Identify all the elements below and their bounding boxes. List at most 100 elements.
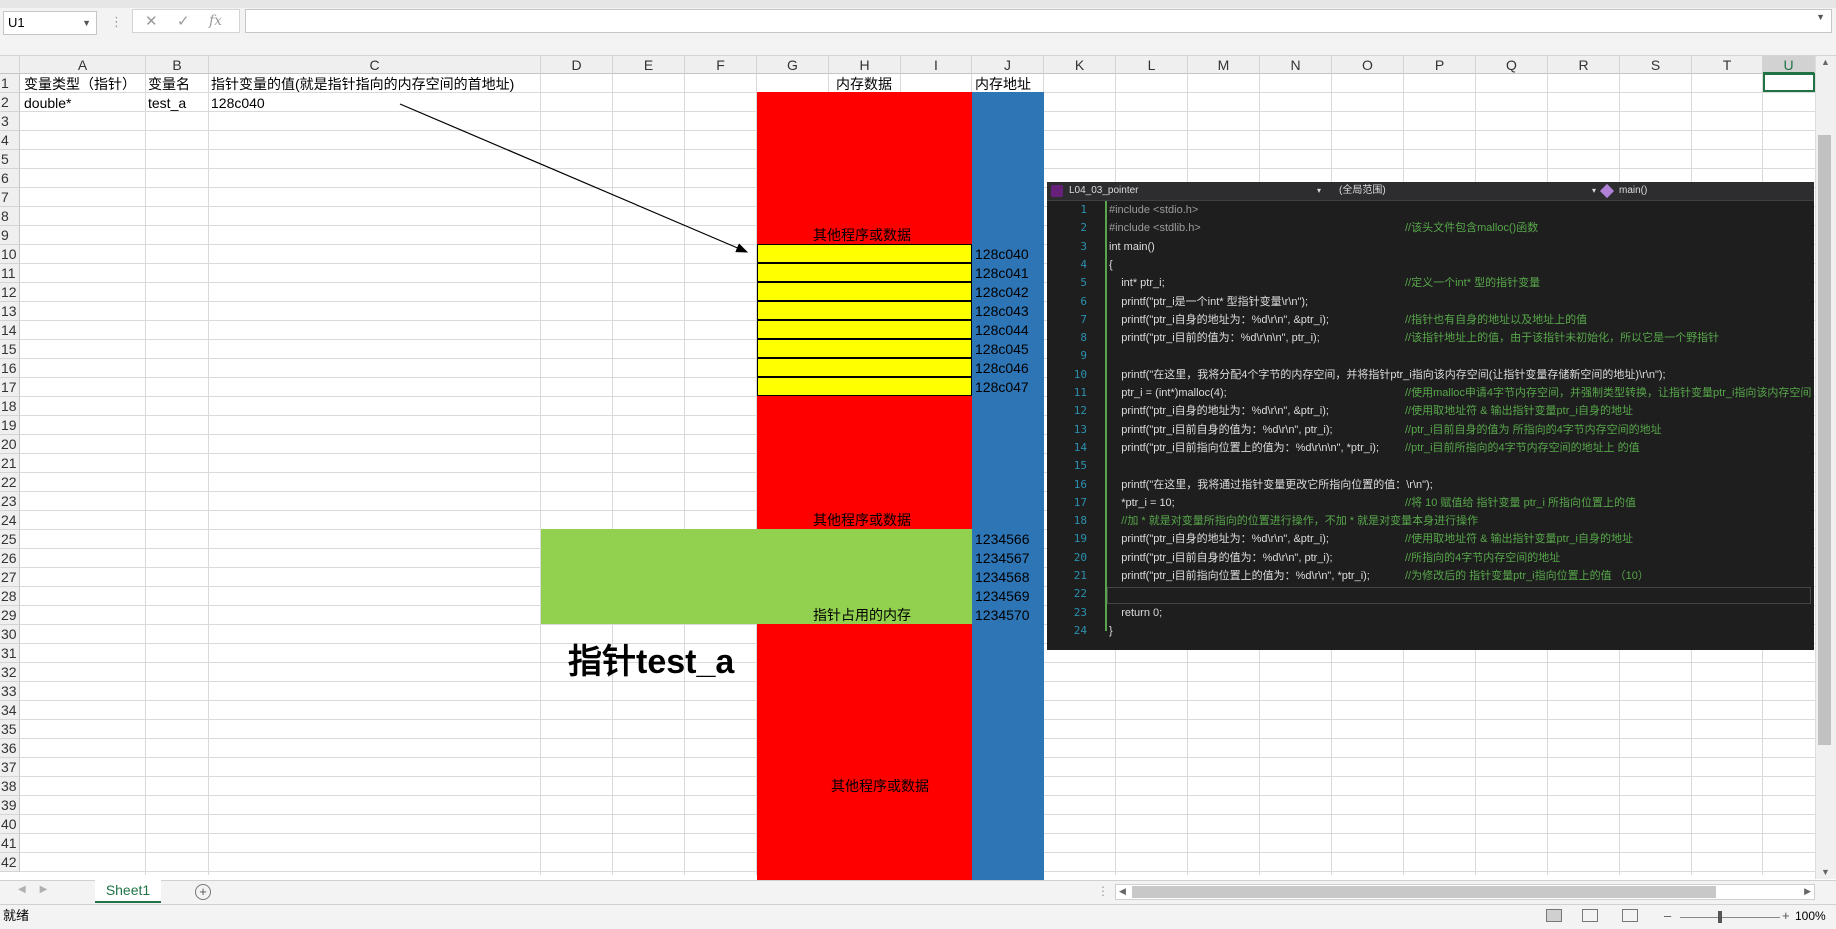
row-header-20[interactable]: 20 [0, 435, 20, 454]
row-header-27[interactable]: 27 [0, 568, 20, 587]
column-header-P[interactable]: P [1404, 56, 1476, 74]
column-header-O[interactable]: O [1332, 56, 1404, 74]
pointer-memory-address: 1234567 [975, 550, 1030, 566]
line-number: 4 [1080, 257, 1087, 271]
row-header-17[interactable]: 17 [0, 378, 20, 397]
zoom-out-icon[interactable]: – [1664, 905, 1671, 927]
name-box-value: U1 [8, 15, 25, 30]
memory-address: 128c046 [975, 360, 1029, 376]
scope-selector[interactable]: (全局范围) [1339, 182, 1386, 200]
memory-byte-cell [757, 339, 972, 358]
sheet-nav-arrows[interactable]: ◀ ▶ [18, 884, 47, 895]
line-number: 3 [1080, 239, 1087, 253]
zoom-slider-track[interactable] [1680, 917, 1780, 918]
selected-cell-U1[interactable] [1763, 73, 1815, 92]
change-indicator [1105, 201, 1107, 631]
enter-icon[interactable]: ✓ [177, 12, 190, 30]
row-header-35[interactable]: 35 [0, 720, 20, 739]
project-name[interactable]: L04_03_pointer [1069, 182, 1139, 200]
vertical-scroll-thumb[interactable] [1818, 135, 1831, 745]
expand-formula-icon[interactable]: ▼ [1816, 12, 1825, 22]
row-header-24[interactable]: 24 [0, 511, 20, 530]
row-header-30[interactable]: 30 [0, 625, 20, 644]
formula-buttons: ✕ ✓ fx [132, 9, 240, 33]
row-header-21[interactable]: 21 [0, 454, 20, 473]
page-layout-view-icon[interactable] [1582, 909, 1598, 922]
row-header-42[interactable]: 42 [0, 853, 20, 872]
normal-view-icon[interactable] [1546, 909, 1562, 922]
row-header-19[interactable]: 19 [0, 416, 20, 435]
page-break-view-icon[interactable] [1622, 909, 1638, 922]
row-header-23[interactable]: 23 [0, 492, 20, 511]
zoom-in-icon[interactable]: + [1782, 905, 1790, 927]
code-comment: //为修改后的 指针变量ptr_i指向位置上的值 （10） [1405, 570, 1649, 582]
row-header-15[interactable]: 15 [0, 340, 20, 359]
row-header-25[interactable]: 25 [0, 530, 20, 549]
more-icon: ⋮ [110, 14, 123, 29]
zoom-level[interactable]: 100% [1795, 905, 1826, 927]
column-header-U[interactable]: U [1763, 56, 1815, 74]
line-number: 18 [1073, 514, 1087, 528]
row-header-33[interactable]: 33 [0, 682, 20, 701]
chevron-down-icon[interactable]: ▾ [1592, 182, 1596, 200]
row-header-38[interactable]: 38 [0, 777, 20, 796]
row-header-14[interactable]: 14 [0, 321, 20, 340]
column-header-T[interactable]: T [1692, 56, 1763, 74]
line-number: 7 [1080, 312, 1087, 326]
row-header-41[interactable]: 41 [0, 834, 20, 853]
row-header-26[interactable]: 26 [0, 549, 20, 568]
line-number: 1 [1080, 203, 1087, 216]
code-comment: //ptr_i目前自身的值为 所指向的4字节内存空间的地址 [1405, 423, 1662, 436]
line-number: 22 [1073, 587, 1087, 601]
row-header-16[interactable]: 16 [0, 359, 20, 378]
column-header-L[interactable]: L [1116, 56, 1188, 74]
line-number: 9 [1080, 349, 1087, 363]
column-header-M[interactable]: M [1188, 56, 1260, 74]
row-header-36[interactable]: 36 [0, 739, 20, 758]
function-selector[interactable]: main() [1619, 182, 1647, 200]
row-header-18[interactable]: 18 [0, 397, 20, 416]
add-sheet-icon[interactable]: + [195, 884, 211, 900]
row-header-40[interactable]: 40 [0, 815, 20, 834]
row-header-28[interactable]: 28 [0, 587, 20, 606]
code-line: #include <stdio.h> [1109, 204, 1199, 216]
column-header-K[interactable]: K [1044, 56, 1116, 74]
row-header-39[interactable]: 39 [0, 796, 20, 815]
code-comment: //该头文件包含malloc()函数 [1405, 222, 1539, 235]
line-number: 10 [1073, 367, 1087, 381]
memory-label-mid: 其他程序或数据 [813, 512, 911, 528]
sheet-tab-sheet1[interactable]: Sheet1 [95, 879, 161, 903]
code-comment: //使用取地址符 & 输出指针变量ptr_i自身的地址 [1405, 533, 1633, 546]
chevron-down-icon[interactable]: ▾ [1317, 182, 1321, 200]
scroll-left-icon[interactable]: ◀ [1119, 886, 1126, 897]
column-header-R[interactable]: R [1548, 56, 1620, 74]
row-header-31[interactable]: 31 [0, 644, 20, 663]
zoom-slider-thumb[interactable] [1718, 911, 1722, 923]
scroll-up-icon[interactable]: ▲ [1821, 57, 1830, 67]
row-header-34[interactable]: 34 [0, 701, 20, 720]
code-line: printf("ptr_i目前指向位置上的值为：%d\r\n\n", *ptr_… [1109, 441, 1380, 454]
column-header-N[interactable]: N [1260, 56, 1332, 74]
tab-split-handle[interactable]: ⋮ [1097, 884, 1109, 898]
chevron-down-icon[interactable]: ▼ [82, 12, 91, 34]
column-header-Q[interactable]: Q [1476, 56, 1548, 74]
cancel-icon[interactable]: ✕ [145, 12, 158, 30]
insert-function-icon[interactable]: fx [209, 13, 222, 29]
code-comment: //指针也有自身的地址以及地址上的值 [1405, 313, 1588, 326]
memory-address: 128c045 [975, 341, 1029, 357]
scroll-down-icon[interactable]: ▼ [1821, 867, 1830, 877]
status-bar: 就绪 – + 100% [0, 904, 1836, 929]
row-header-32[interactable]: 32 [0, 663, 20, 682]
line-number: 17 [1073, 495, 1087, 509]
column-header-S[interactable]: S [1620, 56, 1692, 74]
name-box[interactable]: U1 ▼ [3, 11, 97, 35]
scroll-right-icon[interactable]: ▶ [1804, 886, 1811, 897]
horizontal-scroll-thumb[interactable] [1132, 886, 1716, 898]
row-header-37[interactable]: 37 [0, 758, 20, 777]
current-line-highlight [1107, 587, 1811, 604]
line-number: 14 [1073, 440, 1087, 454]
pointer-memory-address: 1234568 [975, 569, 1030, 585]
row-header-22[interactable]: 22 [0, 473, 20, 492]
row-header-29[interactable]: 29 [0, 606, 20, 625]
formula-input[interactable]: ▼ [245, 9, 1832, 33]
